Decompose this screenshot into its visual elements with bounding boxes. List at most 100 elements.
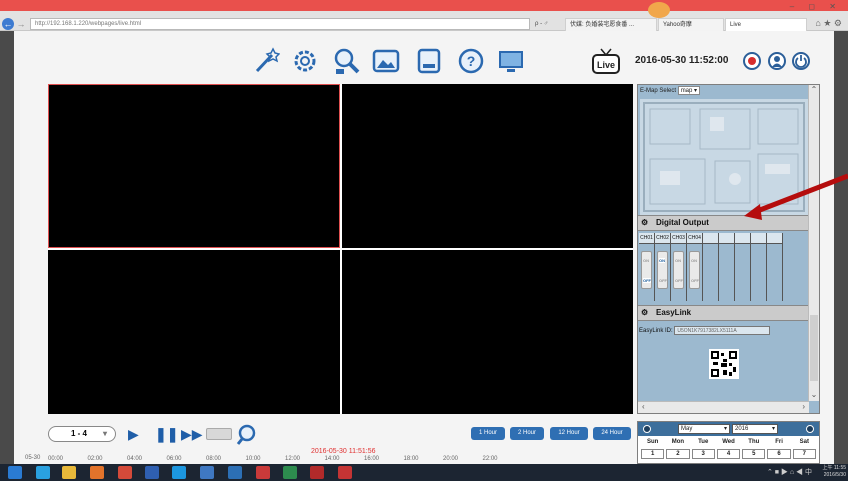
storage-icon[interactable] <box>415 47 443 75</box>
monitor-icon[interactable] <box>497 47 525 75</box>
forward-icon[interactable]: → <box>15 18 27 30</box>
side-panel: E-Map Select map ▾ ⚙ Digital Output CH01… <box>637 84 820 414</box>
chevron-down-icon: ▾ <box>723 426 727 432</box>
calendar-next-icon[interactable] <box>806 425 814 433</box>
easylink-title: EasyLink <box>656 308 692 317</box>
start-icon[interactable] <box>8 466 22 479</box>
skype-icon[interactable] <box>172 466 186 479</box>
tab-yahoo[interactable]: Yahoo奇摩 <box>658 18 724 31</box>
address-tools[interactable]: ρ - ♂ <box>535 18 548 30</box>
media-icon[interactable] <box>338 466 352 479</box>
help-icon[interactable]: ? <box>457 47 485 75</box>
play-button[interactable]: ▶ <box>128 426 139 442</box>
folder-icon[interactable] <box>62 466 76 479</box>
live-tv-icon[interactable]: Live <box>591 47 621 75</box>
weekday-label: Wed <box>722 439 735 445</box>
range-1-hour-button[interactable]: 1 Hour <box>471 427 505 440</box>
video-clip-icon[interactable] <box>206 428 232 440</box>
chrome-icon[interactable] <box>118 466 132 479</box>
image-icon[interactable] <box>372 47 400 75</box>
channel-ch03: CH03 ON OFF <box>671 233 687 301</box>
weekday-label: Fri <box>775 439 783 445</box>
tab-label: Yahoo奇摩 <box>663 22 692 28</box>
back-icon[interactable]: ← <box>2 18 14 30</box>
channel-switch[interactable]: ON OFF <box>689 251 700 289</box>
tab-live[interactable]: Live <box>725 18 807 31</box>
excel-icon[interactable] <box>283 466 297 479</box>
chevron-down-icon: ▾ <box>102 429 107 438</box>
calendar-day[interactable]: 7 <box>792 449 816 459</box>
range-24-hour-button[interactable]: 24 Hour <box>593 427 631 440</box>
timeline-tick: 06:00 <box>166 456 182 462</box>
pause-button[interactable]: ❚❚ <box>155 426 178 442</box>
floor-plan-map[interactable] <box>640 99 808 215</box>
scroll-thumb[interactable] <box>810 315 818 381</box>
range-2-hour-button[interactable]: 2 Hour <box>510 427 544 440</box>
switch-on-text: ON <box>675 258 681 263</box>
wand-icon[interactable] <box>252 47 280 75</box>
calendar-prev-icon[interactable] <box>643 425 651 433</box>
scroll-down-icon[interactable]: ⌄ <box>809 390 819 399</box>
channel-empty <box>767 233 783 301</box>
month-select[interactable]: May ▾ <box>678 424 730 434</box>
system-tray[interactable]: ⌃ ■ ▶ ⌂ ◀ 中 <box>767 467 812 477</box>
easylink-row: EasyLink ID: U5ON1K7917382LX5111A <box>639 326 771 336</box>
panel-horizontal-scrollbar[interactable]: ‹ › <box>638 401 809 413</box>
calendar-day[interactable]: 2 <box>666 449 690 459</box>
range-12-hour-button[interactable]: 12 Hour <box>550 427 588 440</box>
user-avatar-icon[interactable] <box>648 2 670 18</box>
filezilla-icon[interactable] <box>310 466 324 479</box>
video-cell-ch3[interactable] <box>48 250 340 414</box>
timeline-tick: 12:00 <box>285 456 301 462</box>
search-person-icon[interactable] <box>332 47 360 75</box>
tab-news[interactable]: 伏媒: 负婚装宅愿食番 ... <box>565 18 657 31</box>
channel-switch[interactable]: ON OFF <box>641 251 652 289</box>
ie-icon[interactable] <box>36 466 50 479</box>
word-icon[interactable] <box>145 466 159 479</box>
video-cell-ch4[interactable] <box>342 250 633 414</box>
video-cell-ch1[interactable] <box>48 84 340 248</box>
calendar-day[interactable]: 4 <box>716 449 741 459</box>
emap-select[interactable]: map ▾ <box>677 85 701 95</box>
page-select[interactable]: 1 - 4 ▾ <box>48 426 116 442</box>
channel-label-empty <box>703 233 718 244</box>
record-app-icon[interactable] <box>256 466 270 479</box>
svg-text:?: ? <box>467 53 476 69</box>
scroll-left-icon[interactable]: ‹ <box>642 402 645 411</box>
clock: 上午 11:55 2016/5/30 <box>822 465 846 479</box>
browser-chrome: ← → http://192.168.1.220/webpages/live.h… <box>0 0 848 31</box>
browser-toolbar-icons[interactable]: ⌂ ★ ⚙ <box>815 18 842 29</box>
window-controls[interactable]: – ◻ ✕ <box>790 2 842 11</box>
panel-vertical-scrollbar[interactable]: ⌃ ⌄ <box>808 85 819 401</box>
channel-label: CH03 <box>671 233 686 244</box>
record-button[interactable] <box>743 52 761 70</box>
easylink-id-label: EasyLink ID: <box>639 328 673 335</box>
user-button[interactable] <box>768 52 786 70</box>
fast-forward-button[interactable]: ▶▶ <box>181 426 203 442</box>
cloud-icon[interactable] <box>228 466 242 479</box>
calendar-day[interactable]: 6 <box>767 449 791 459</box>
app-icon[interactable] <box>200 466 214 479</box>
channel-ch04: CH04 ON OFF <box>687 233 703 301</box>
video-cell-ch2[interactable] <box>342 84 633 248</box>
power-button[interactable] <box>792 52 810 70</box>
scroll-right-icon[interactable]: › <box>802 402 805 411</box>
channel-label: CH02 <box>655 233 670 244</box>
switch-on-text: ON <box>643 258 649 263</box>
channel-label-empty <box>719 233 734 244</box>
outlook-icon[interactable] <box>90 466 104 479</box>
video-grid <box>48 84 633 414</box>
address-bar[interactable]: http://192.168.1.220/webpages/live.html <box>30 18 530 30</box>
settings-gear-icon[interactable] <box>291 47 319 75</box>
timeline[interactable]: 00:00 02:00 04:00 06:00 08:00 10:00 12:00 14:00… <box>48 456 633 464</box>
calendar-day[interactable]: 3 <box>691 449 715 459</box>
channel-switch[interactable]: ON OFF <box>673 251 684 289</box>
year-select[interactable]: 2016 ▾ <box>732 424 778 434</box>
calendar-day[interactable]: 5 <box>742 449 766 459</box>
scroll-up-icon[interactable]: ⌃ <box>809 85 819 94</box>
search-playback-icon[interactable] <box>236 423 258 445</box>
calendar-day[interactable]: 1 <box>641 449 665 459</box>
channel-switch[interactable]: ON OFF <box>657 251 668 289</box>
easylink-id-field[interactable]: U5ON1K7917382LX5111A <box>674 326 771 335</box>
calendar-header: May ▾ 2016 ▾ <box>638 422 819 436</box>
